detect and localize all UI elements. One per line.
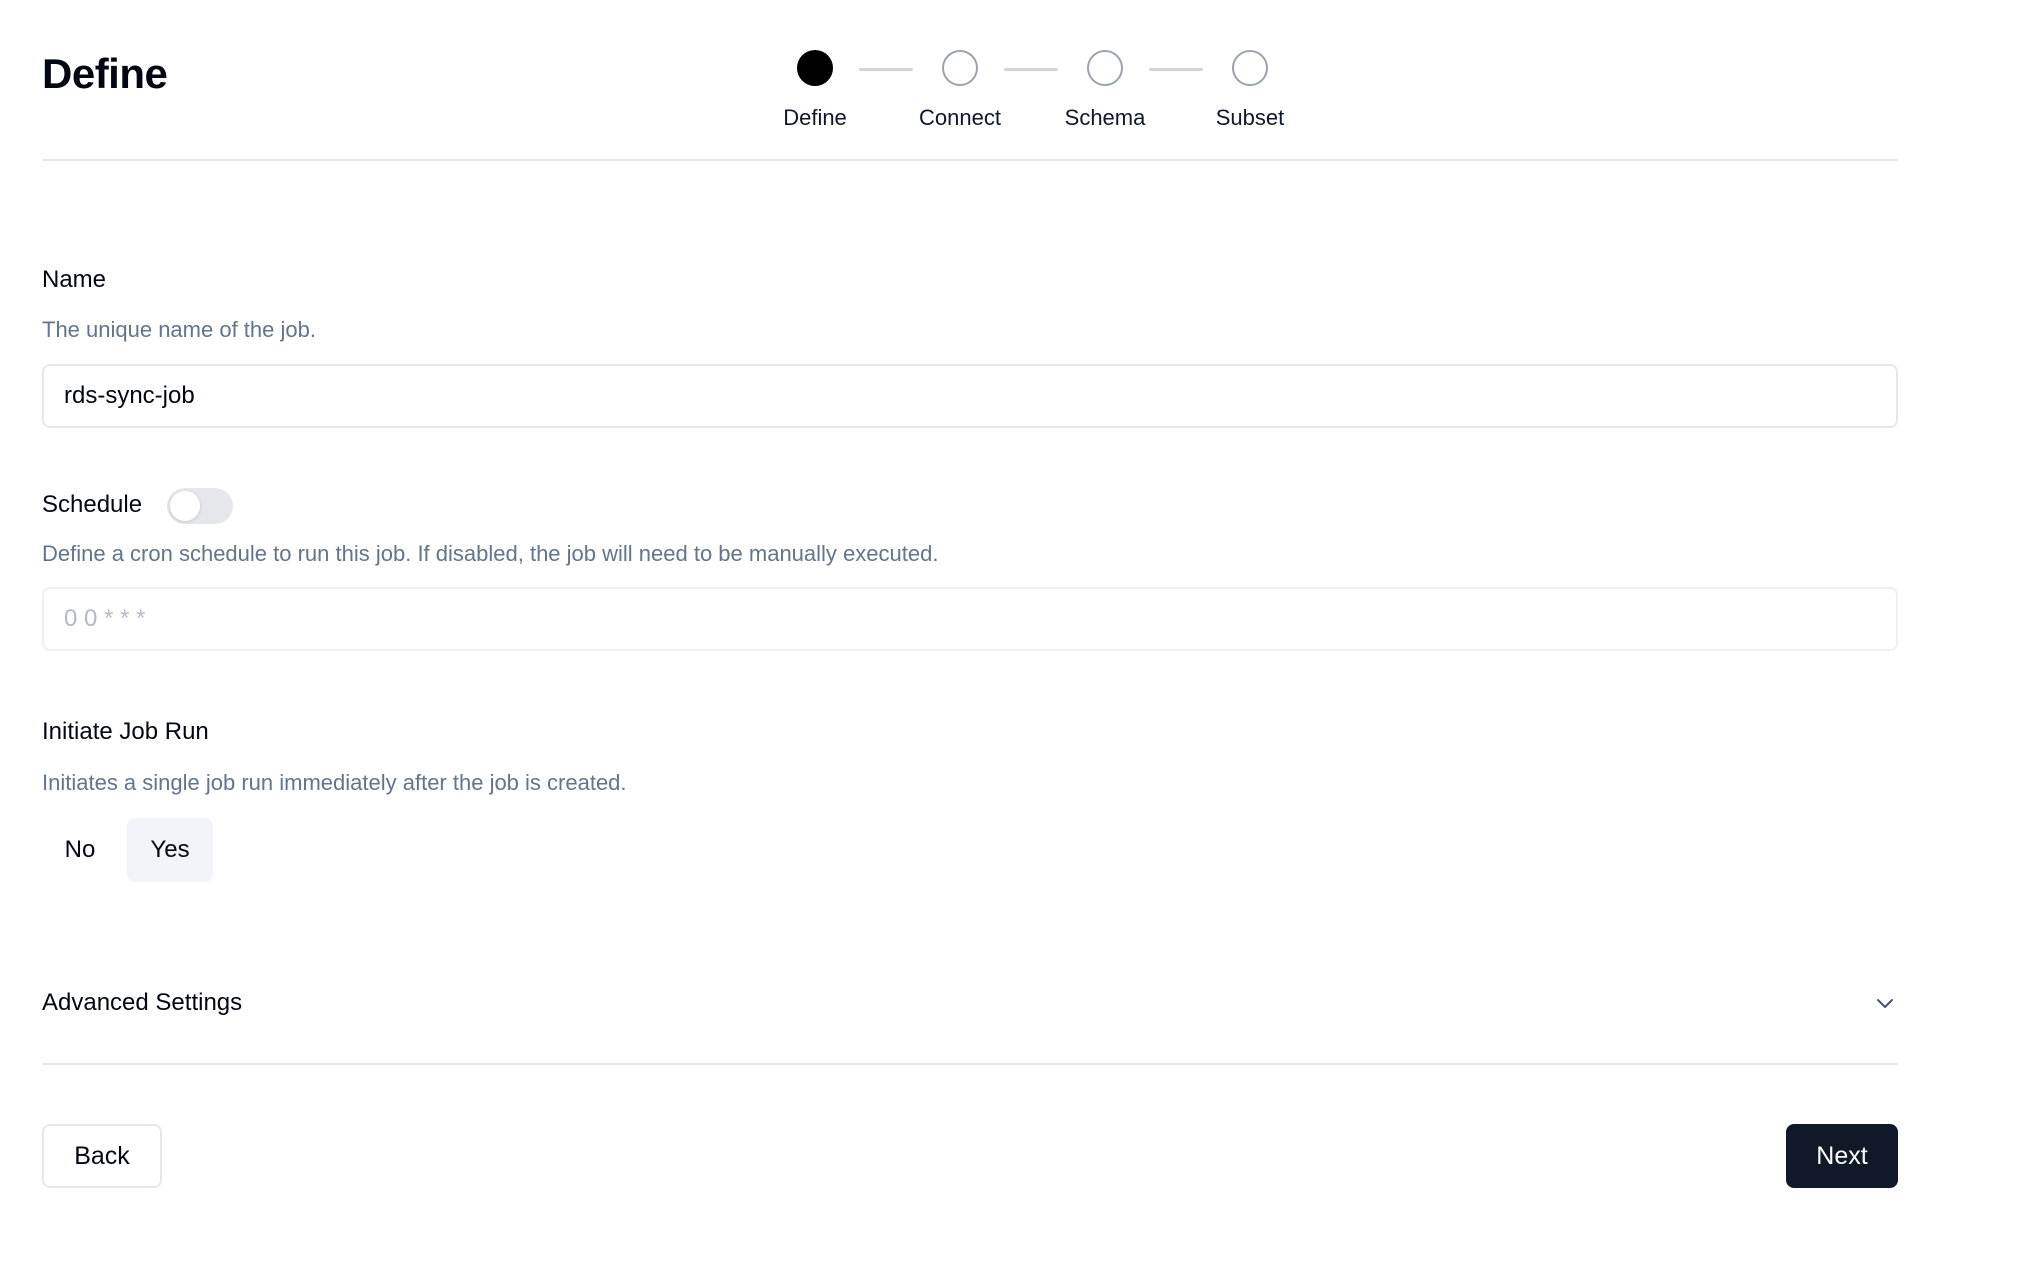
schedule-toggle[interactable]	[167, 488, 233, 524]
step-label-connect: Connect	[919, 105, 1001, 130]
step-label-define: Define	[783, 105, 847, 130]
name-description: The unique name of the job.	[42, 317, 316, 342]
step-schema-indicator	[1087, 50, 1123, 86]
cron-schedule-input[interactable]	[42, 587, 1898, 651]
step-connect-indicator	[942, 50, 978, 86]
toggle-knob	[170, 491, 200, 521]
step-connector	[1004, 68, 1058, 71]
step-subset-indicator	[1232, 50, 1268, 86]
step-define-indicator	[797, 50, 833, 86]
name-input[interactable]	[42, 364, 1898, 428]
step-label-schema: Schema	[1064, 105, 1146, 130]
progress-stepper: Define Connect Schema Subset	[0, 50, 2030, 140]
option-yes[interactable]: Yes	[127, 818, 213, 882]
option-no[interactable]: No	[42, 818, 118, 882]
header-divider	[42, 159, 1898, 161]
schedule-label: Schedule	[42, 491, 143, 518]
advanced-settings-trigger[interactable]: Advanced Settings	[42, 987, 242, 1019]
next-button[interactable]: Next	[1786, 1124, 1898, 1188]
step-label-subset: Subset	[1215, 105, 1285, 130]
initiate-job-run-description: Initiates a single job run immediately a…	[42, 770, 627, 795]
advanced-settings-divider	[42, 1063, 1898, 1065]
name-label: Name	[42, 266, 107, 293]
step-connector	[1149, 68, 1203, 71]
chevron-down-icon[interactable]	[1873, 992, 1897, 1016]
initiate-job-run-label: Initiate Job Run	[42, 718, 209, 745]
back-button[interactable]: Back	[42, 1124, 162, 1188]
step-connector	[859, 68, 913, 71]
schedule-description: Define a cron schedule to run this job. …	[42, 541, 939, 566]
